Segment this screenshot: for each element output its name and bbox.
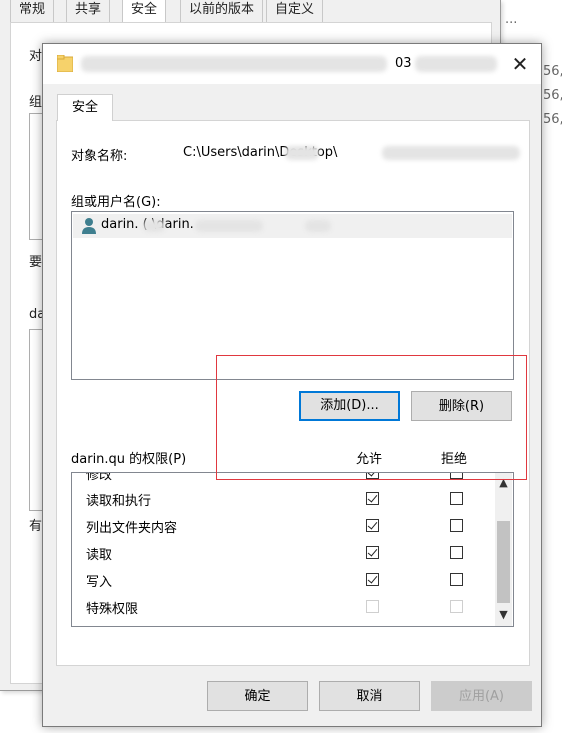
red-highlight-annotation: [216, 355, 527, 480]
side-ellipsis: ...: [505, 12, 518, 27]
permission-name: 特殊权限: [86, 602, 139, 617]
bg-group-label-fragment: 组: [29, 95, 43, 110]
deny-checkbox: [450, 600, 463, 613]
side-fragment-1: 56,: [543, 64, 562, 79]
table-row: 特殊权限: [72, 593, 492, 620]
table-row: 列出文件夹内容: [72, 512, 492, 539]
bg-tab-customize[interactable]: 自定义: [266, 0, 324, 23]
side-fragment-3: 56,: [543, 112, 562, 127]
redacted-title: [81, 56, 387, 72]
folder-icon: [57, 55, 73, 72]
bg-require-fragment: 要: [29, 255, 43, 270]
deny-checkbox[interactable]: [450, 492, 463, 505]
title-bar[interactable]: 03 ✕: [43, 44, 541, 84]
redacted-user-part-1: [143, 220, 165, 232]
deny-checkbox[interactable]: [450, 519, 463, 532]
scroll-down-icon[interactable]: ▼: [495, 607, 512, 623]
allow-checkbox[interactable]: [366, 546, 379, 559]
permission-name: 修改: [86, 472, 113, 483]
deny-checkbox[interactable]: [450, 546, 463, 559]
ok-button[interactable]: 确定: [207, 681, 308, 711]
bg-object-label-fragment: 对: [29, 49, 43, 64]
object-name-label: 对象名称:: [71, 149, 128, 164]
title-suffix: 03: [395, 56, 412, 71]
side-fragment-2: 56,: [543, 88, 562, 103]
redacted-title-tail: [415, 56, 497, 72]
table-row: 读取和执行: [72, 485, 492, 512]
permission-name: 读取和执行: [86, 494, 152, 509]
allow-checkbox[interactable]: [366, 573, 379, 586]
list-item-user[interactable]: darin. ( \darin.: [73, 214, 512, 238]
bg-tab-sharing[interactable]: 共享: [66, 0, 111, 23]
allow-checkbox[interactable]: [366, 519, 379, 532]
permissions-label: darin.qu 的权限(P): [71, 452, 187, 467]
apply-button: 应用(A): [431, 681, 532, 711]
tab-security[interactable]: 安全: [57, 94, 113, 121]
permission-name: 列出文件夹内容: [86, 521, 178, 536]
redacted-filename: [382, 146, 520, 160]
permission-name: 读取: [86, 548, 113, 563]
permission-name: 写入: [86, 575, 113, 590]
permissions-list[interactable]: 修改 读取和执行 列出文件夹内容 读取 写入 特殊权限 ▲ ▼: [71, 472, 514, 627]
bg-tab-previous-versions[interactable]: 以前的版本: [180, 0, 264, 23]
table-row: 写入: [72, 566, 492, 593]
allow-checkbox: [366, 600, 379, 613]
user-icon: [82, 218, 96, 234]
bg-tab-security[interactable]: 安全: [122, 0, 167, 23]
bg-have-fragment: 有: [29, 519, 43, 534]
deny-checkbox[interactable]: [450, 573, 463, 586]
table-row: 读取: [72, 539, 492, 566]
close-icon[interactable]: ✕: [505, 50, 535, 78]
scroll-thumb[interactable]: [497, 521, 510, 603]
redacted-user-part-3: [305, 220, 331, 232]
cancel-button[interactable]: 取消: [319, 681, 420, 711]
redacted-user-part-2: [195, 220, 263, 232]
permissions-scrollbar[interactable]: ▲ ▼: [495, 473, 512, 626]
bg-tab-general[interactable]: 常规: [10, 0, 55, 23]
allow-checkbox[interactable]: [366, 492, 379, 505]
groups-label: 组或用户名(G):: [71, 195, 161, 210]
redacted-username: [285, 146, 319, 160]
